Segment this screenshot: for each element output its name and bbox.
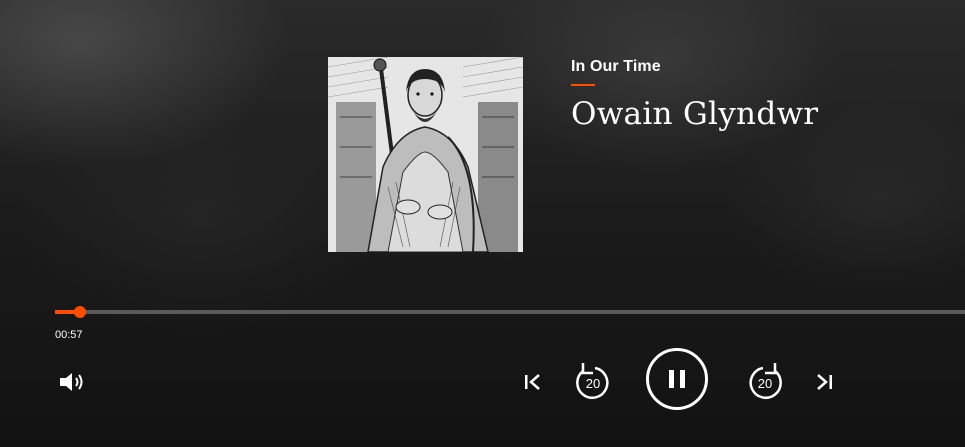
skip-next-icon: [817, 374, 832, 390]
pause-button[interactable]: [646, 348, 708, 410]
rewind-20-button[interactable]: 20: [573, 359, 613, 403]
previous-button[interactable]: [520, 370, 544, 394]
progress-bar[interactable]: [55, 306, 965, 318]
volume-icon: [60, 373, 83, 391]
rewind-seconds-label: 20: [585, 376, 601, 391]
pause-icon: [669, 370, 685, 388]
audio-player: In Our Time Owain Glyndwr 00:57 20 20: [0, 0, 965, 447]
episode-artwork: [328, 57, 523, 252]
volume-button[interactable]: [56, 368, 88, 396]
elapsed-time: 00:57: [55, 329, 83, 341]
progress-thumb[interactable]: [73, 306, 86, 318]
next-button[interactable]: [813, 370, 837, 394]
programme-title[interactable]: In Our Time: [571, 58, 661, 76]
forward-seconds-label: 20: [757, 376, 773, 391]
forward-20-button[interactable]: 20: [745, 359, 785, 403]
episode-title: Owain Glyndwr: [571, 96, 819, 132]
skip-previous-icon: [525, 374, 540, 390]
brand-underline: [571, 84, 595, 86]
